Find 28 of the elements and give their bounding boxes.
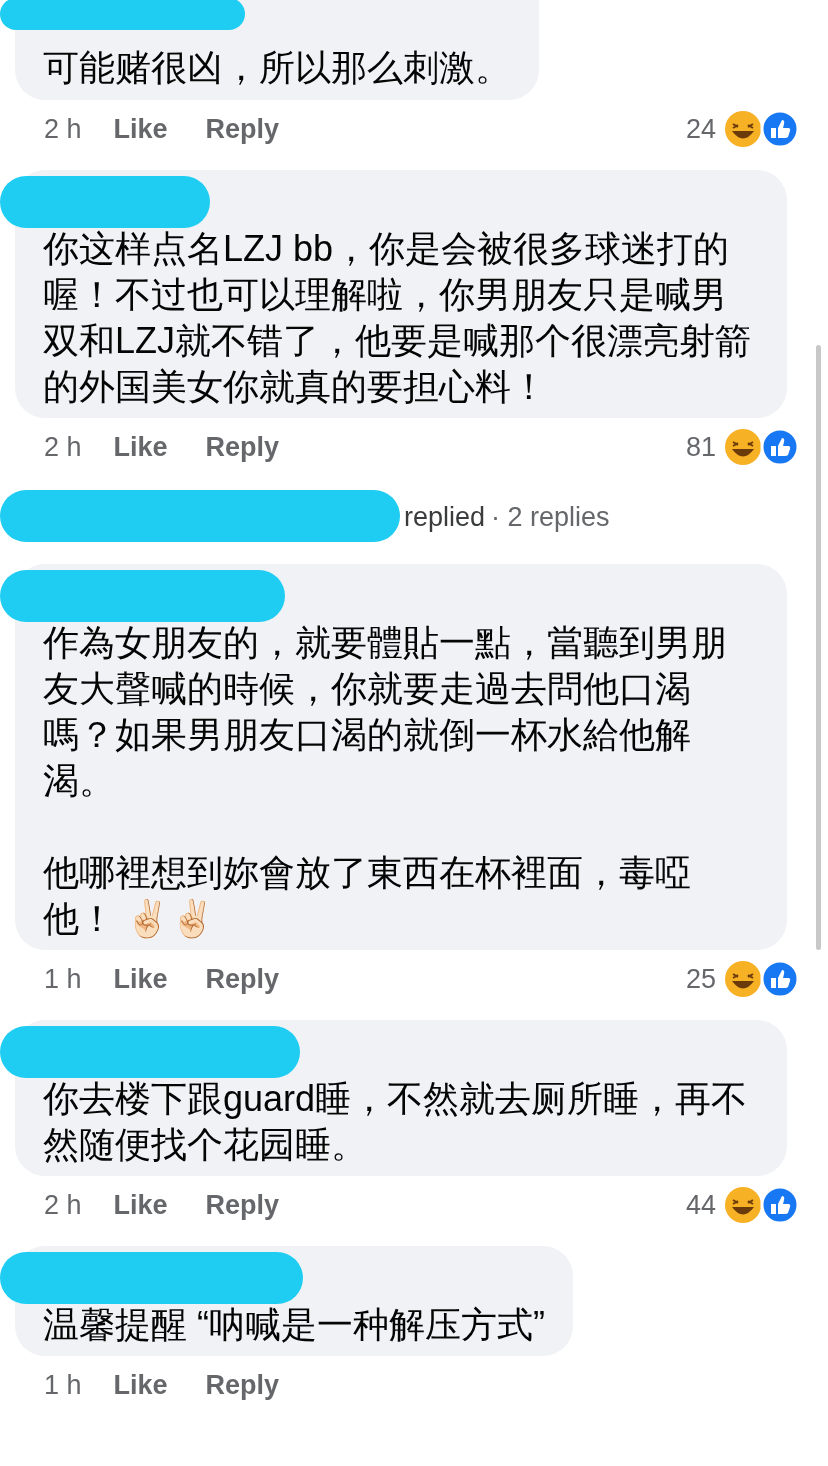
replies-count[interactable]: · 2 replies [491, 496, 610, 538]
reply-link[interactable]: Reply [205, 1184, 280, 1226]
comment-text: 他哪裡想到妳會放了東西在杯裡面，毒啞他！ ✌🏻✌🏻 [43, 851, 692, 941]
scrollbar[interactable] [816, 345, 821, 950]
comment-time: 2 h [44, 1188, 82, 1222]
comment-time: 2 h [44, 112, 82, 146]
comment-time: 1 h [44, 1368, 82, 1402]
comment-text: 你去楼下跟guard睡，不然就去厕所睡，再不然随便找个花园睡。 [43, 1077, 749, 1167]
comment-text: 你这样点名LZJ bb，你是会被很多球迷打的喔！不过也可以理解啦，你男朋友只是喊男双和LZJ就不错了，他要是喊那个很漂亮射箭的外国美女你就真的要担心料！ [43, 227, 752, 409]
comment-time: 1 h [44, 962, 82, 996]
reaction-count[interactable]: 44 [685, 1184, 716, 1226]
like-link[interactable]: Like [113, 958, 168, 1000]
like-link[interactable]: Like [113, 1364, 168, 1406]
replies-author-action[interactable]: replied [404, 496, 486, 538]
reaction-count[interactable]: 81 [685, 426, 716, 468]
reaction-count[interactable]: 25 [685, 958, 716, 1000]
like-link[interactable]: Like [113, 426, 168, 468]
reply-link[interactable]: Reply [205, 108, 280, 150]
comment-text: 可能赌很凶，所以那么刺激。 [43, 46, 511, 90]
comment-text: 温馨提醒 “呐喊是一种解压方式” [43, 1303, 545, 1347]
reply-link[interactable]: Reply [205, 1364, 280, 1406]
comment-text: 作為女朋友的，就要體貼一點，當聽到男朋友大聲喊的時候，你就要走過去問他口渴嗎？如果男朋友口渴的就倒一杯水給他解渴。 [43, 621, 728, 803]
reply-link[interactable]: Reply [205, 426, 280, 468]
reply-link[interactable]: Reply [205, 958, 280, 1000]
like-link[interactable]: Like [113, 108, 168, 150]
reaction-count[interactable]: 24 [685, 108, 716, 150]
like-link[interactable]: Like [113, 1184, 168, 1226]
comment-time: 2 h [44, 430, 82, 464]
